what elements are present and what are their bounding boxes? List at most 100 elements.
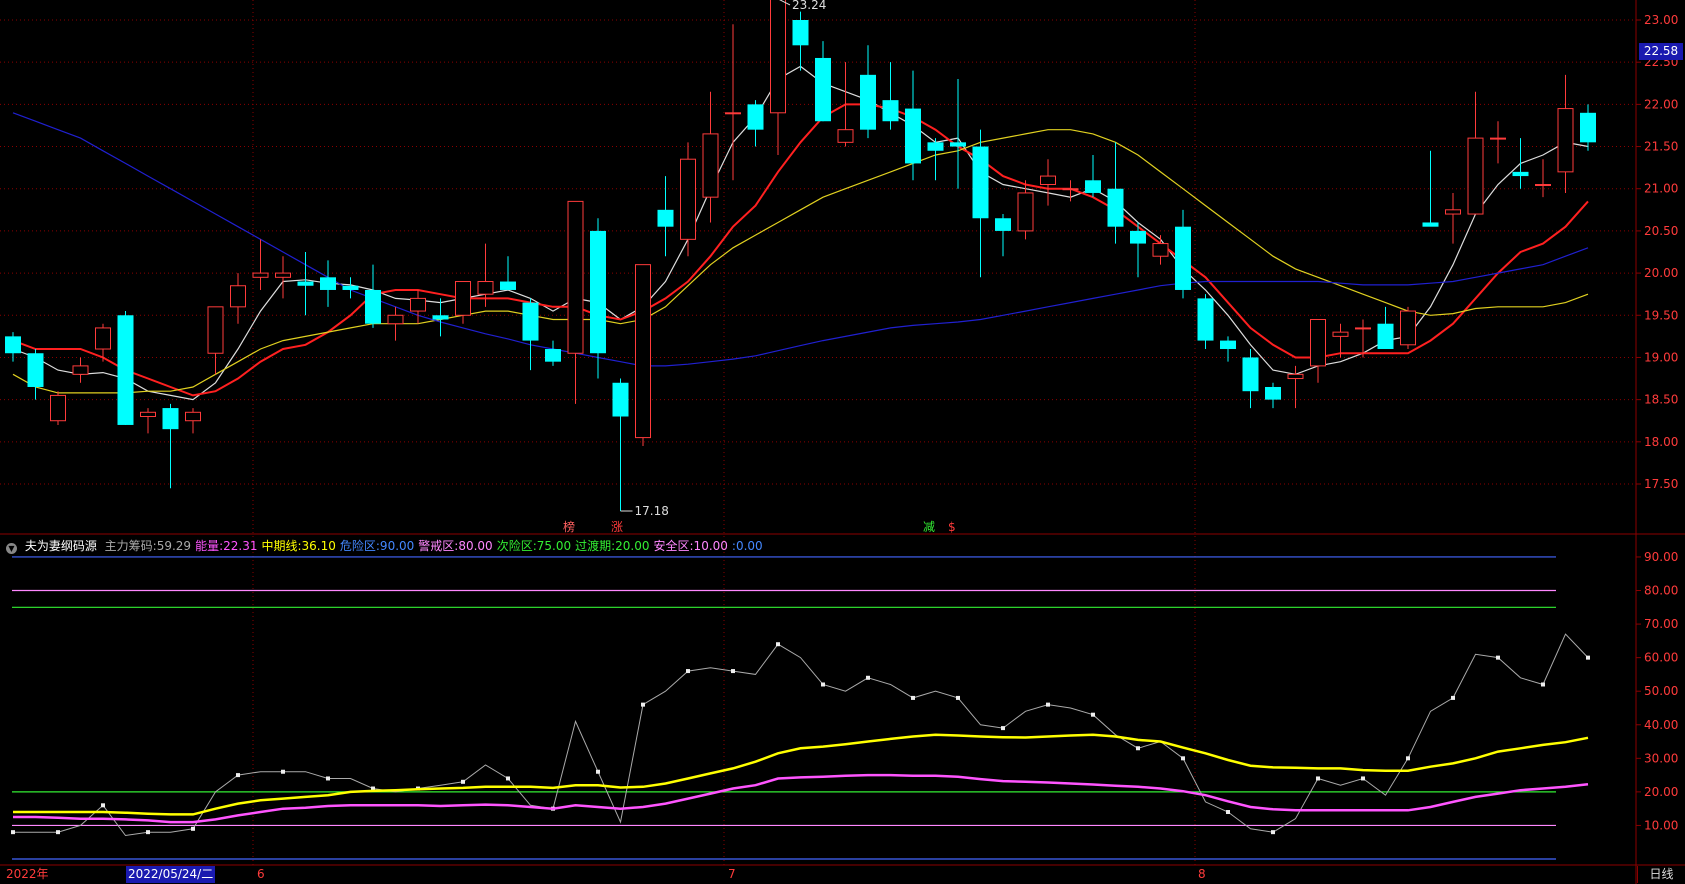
indicator-tick-label: 50.00 <box>1644 684 1678 698</box>
candle-body <box>950 142 966 147</box>
indicator-point <box>641 702 645 707</box>
indicator-point <box>686 669 690 674</box>
candle-body <box>1355 327 1371 330</box>
candle <box>477 243 494 307</box>
date-year: 2022年 <box>6 867 49 881</box>
price-tick-label: 17.50 <box>1644 477 1678 491</box>
candle <box>342 277 359 299</box>
indicator-point <box>1451 695 1455 700</box>
candle-body <box>522 302 539 341</box>
candle-body <box>455 281 471 316</box>
candle-body <box>657 209 674 227</box>
candle-body <box>635 264 651 439</box>
candlestick-series <box>5 0 1596 511</box>
indicator-point <box>821 682 825 687</box>
price-tick-label: 19.50 <box>1644 308 1678 322</box>
candle <box>1310 318 1326 383</box>
candle-body <box>770 0 786 114</box>
price-tick-label: 23.00 <box>1644 13 1678 27</box>
current-price-badge: 22.58 <box>1639 43 1683 60</box>
candle <box>252 239 269 290</box>
candle <box>635 264 651 447</box>
high-price-label: 23.24 <box>792 0 826 12</box>
indicator-point <box>1406 756 1410 761</box>
chart-window: { "current_price": "22.58", "period": "日… <box>0 0 1685 884</box>
candle-body <box>927 142 944 151</box>
candle-body <box>1422 222 1439 227</box>
low-price-label: 17.18 <box>635 504 669 518</box>
candle-body <box>1062 188 1079 191</box>
signal-marker: 涨 <box>611 519 623 534</box>
candle <box>927 138 944 181</box>
candle-body <box>590 230 606 354</box>
indicator-point <box>776 642 780 647</box>
price-tick-label: 22.00 <box>1644 97 1678 111</box>
candle-body <box>162 408 179 430</box>
indicator-tick-label: 40.00 <box>1644 718 1678 732</box>
candle <box>117 311 134 425</box>
candle-body <box>1107 188 1124 227</box>
candle-body <box>477 281 494 295</box>
indicator-tick-label: 20.00 <box>1644 785 1678 799</box>
indicator-tick-label: 10.00 <box>1644 818 1678 832</box>
indicator-header-item: 警戒区:80.00 <box>418 539 493 553</box>
moving-average-line <box>12 112 1589 367</box>
date-cursor: 2022/05/24/二 <box>126 866 216 883</box>
candle <box>1490 121 1506 164</box>
indicator-point <box>1136 746 1140 751</box>
candle <box>1535 159 1551 198</box>
price-tick-label: 20.50 <box>1644 224 1678 238</box>
indicator-point <box>1316 776 1320 781</box>
candle <box>1175 209 1191 299</box>
candle <box>567 200 584 404</box>
candle <box>207 306 224 375</box>
indicator-point <box>1226 810 1230 815</box>
date-month-7: 7 <box>728 867 736 881</box>
indicator-point <box>506 776 510 781</box>
indicator-point <box>1361 776 1365 781</box>
candle <box>545 340 561 366</box>
signal-marker: $ <box>948 520 956 534</box>
candle-body <box>320 277 336 290</box>
candle <box>140 408 156 434</box>
candle-body <box>1017 192 1034 232</box>
candle-body <box>50 394 66 422</box>
stock-chart-svg: 17.50 18.00 18.50 19.00 19.50 20.00 20.50 21.00… <box>0 0 1685 884</box>
candle-body <box>972 146 989 219</box>
candle-body <box>1557 108 1574 173</box>
candle-body <box>1197 298 1214 341</box>
candle <box>770 0 786 155</box>
candle-body <box>5 336 21 354</box>
candle-body <box>1467 137 1484 215</box>
candle-body <box>387 314 404 325</box>
candle <box>995 214 1011 257</box>
candle <box>725 24 741 181</box>
candle-body <box>185 411 201 422</box>
candle-body <box>545 349 561 362</box>
candle <box>1085 154 1101 198</box>
candle-body <box>342 285 359 290</box>
candle-body <box>207 306 224 354</box>
chevron-down-icon[interactable]: ▼ <box>6 543 17 554</box>
candle-body <box>500 281 516 290</box>
grid-lines <box>0 0 1636 865</box>
candle-body <box>365 289 381 324</box>
candle-body <box>1085 180 1101 193</box>
candle-body <box>747 104 764 130</box>
indicator-point <box>731 669 735 674</box>
candle <box>1040 159 1056 206</box>
candle <box>747 100 764 147</box>
candle <box>612 378 629 511</box>
period-selector[interactable]: 日线 <box>1637 866 1685 883</box>
indicator-name[interactable]: 夫为妻纲码源 <box>25 539 97 553</box>
candle-body <box>1400 310 1416 346</box>
candle-body <box>882 100 899 122</box>
candle <box>72 357 89 383</box>
signal-marker: 榜 <box>563 519 575 534</box>
indicator-header-item: 主力筹码:59.29 <box>104 539 192 553</box>
candle <box>905 70 921 181</box>
price-tick-label: 21.50 <box>1644 140 1678 154</box>
candle <box>162 403 179 489</box>
candle-body <box>230 285 246 308</box>
candle <box>320 260 336 307</box>
